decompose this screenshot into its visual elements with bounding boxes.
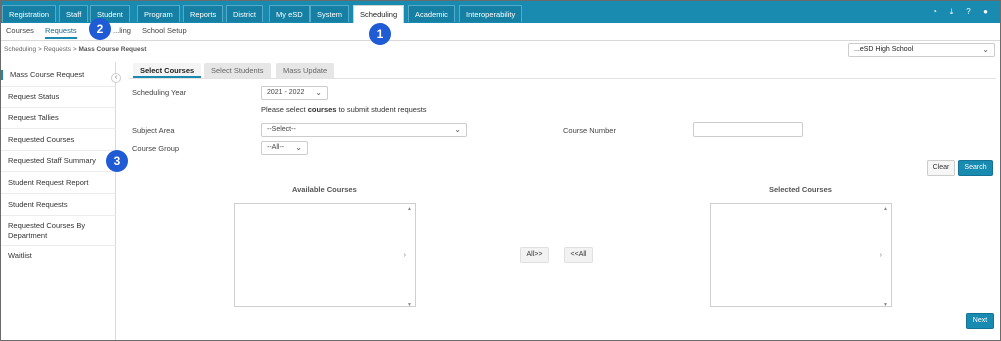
breadcrumb: Scheduling > Requests > Mass Course Requ… [4,46,146,53]
subnav-requests[interactable]: Requests [45,26,77,39]
nav-staff[interactable]: Staff [59,5,89,22]
top-icons: ◔ ⤓ ? ● [930,7,990,16]
scrollbar[interactable]: ▲ ▼ [883,206,889,308]
scheduling-year-value: 2021 - 2022 [267,89,305,96]
instruction-note: Please select courses to submit student … [261,105,427,114]
sidebar-item-requested-courses[interactable]: Requested Courses [8,135,108,145]
sidebar-item-waitlist[interactable]: Waitlist [8,251,108,261]
course-group-select[interactable]: --All-- ⌄ [261,141,308,155]
sidebar-item-student-requests[interactable]: Student Requests [8,200,108,210]
course-number-label: Course Number [563,126,616,135]
available-courses-heading: Available Courses [292,185,357,194]
chevron-down-icon: ⌄ [315,88,322,97]
tab-divider [129,78,996,79]
user-icon[interactable]: ● [981,7,990,16]
move-all-right-button[interactable]: All>> [520,247,549,263]
course-group-value: --All-- [267,144,285,151]
scroll-down-icon[interactable]: ▼ [407,302,412,308]
subject-area-select[interactable]: --Select-- ⌄ [261,123,467,137]
subject-area-value: --Select-- [267,126,296,133]
sidebar-item-request-status[interactable]: Request Status [8,92,108,102]
breadcrumb-current: Mass Course Request [78,46,147,53]
note-bold-text: courses [307,105,337,114]
clear-button[interactable]: Clear [927,160,955,176]
chevron-down-icon: ⌄ [295,143,302,152]
scroll-up-icon[interactable]: ▲ [883,206,888,212]
subnav-school-setup[interactable]: School Setup [142,26,187,35]
tab-mass-update[interactable]: Mass Update [276,63,335,78]
nav-scheduling[interactable]: Scheduling [353,5,405,23]
sidebar-item-mass-course-request[interactable]: Mass Course Request [1,70,101,80]
callout-badge: 1 [369,23,391,45]
scheduling-year-select[interactable]: 2021 - 2022 ⌄ [261,86,328,100]
callout-badge: 3 [106,150,128,172]
tab-select-students[interactable]: Select Students [204,63,271,78]
nav-my-esd[interactable]: My eSD [269,5,310,22]
nav-reports[interactable]: Reports [183,5,224,22]
search-button[interactable]: Search [958,160,993,176]
school-selector[interactable]: ...eSD High School ⌄ [848,43,995,57]
available-courses-list[interactable]: ▲ ▼ › [234,203,416,308]
nav-registration[interactable]: Registration [2,5,57,22]
next-button[interactable]: Next [966,313,994,329]
move-all-left-button[interactable]: <<All [564,247,593,263]
scroll-up-icon[interactable]: ▲ [407,206,412,212]
tab-select-courses[interactable]: Select Courses [133,63,202,78]
chevron-right-icon: › [879,252,882,259]
nav-academic[interactable]: Academic [408,5,455,22]
subnav-courses[interactable]: Courses [6,26,34,35]
download-icon[interactable]: ⤓ [947,7,956,16]
sidebar-item-student-request-report[interactable]: Student Request Report [8,178,108,188]
selected-courses-list[interactable]: ▲ ▼ › [710,203,892,308]
nav-interoperability[interactable]: Interoperability [459,5,523,22]
subnav-scheduling[interactable]: ...ling [113,26,131,35]
sidebar-item-request-tallies[interactable]: Request Tallies [8,113,108,123]
note-text: to submit student requests [338,105,427,114]
nav-system[interactable]: System [310,5,350,22]
breadcrumb-requests[interactable]: Requests [44,46,71,53]
sidebar: Mass Course Request Request Status Reque… [1,62,116,340]
callout-badge: 2 [89,18,111,40]
school-selector-value: ...eSD High School [854,46,914,53]
dashboard-icon[interactable]: ◔ [930,7,939,16]
sidebar-item-requested-courses-by-department[interactable]: Requested Courses By Department [8,221,108,241]
top-navigation: Registration Staff Student Program Repor… [1,1,1000,23]
chevron-down-icon: ⌄ [454,125,461,134]
course-group-label: Course Group [132,144,180,153]
help-icon[interactable]: ? [964,7,973,16]
course-number-input[interactable] [693,122,803,137]
chevron-right-icon: › [403,252,406,259]
chevron-down-icon: ⌄ [982,45,989,54]
scheduling-year-label: Scheduling Year [132,88,187,97]
scroll-down-icon[interactable]: ▼ [883,302,888,308]
nav-program[interactable]: Program [137,5,180,22]
sub-navigation: Courses Requests ...ling School Setup [1,23,1000,41]
breadcrumb-scheduling[interactable]: Scheduling [4,46,36,53]
collapse-sidebar-icon[interactable]: ‹ [111,73,121,83]
note-text: Please select [261,105,306,114]
subject-area-label: Subject Area [132,126,175,135]
nav-district[interactable]: District [226,5,263,22]
selected-courses-heading: Selected Courses [769,185,832,194]
sidebar-item-requested-staff-summary[interactable]: Requested Staff Summary [8,156,108,166]
scrollbar[interactable]: ▲ ▼ [407,206,413,308]
